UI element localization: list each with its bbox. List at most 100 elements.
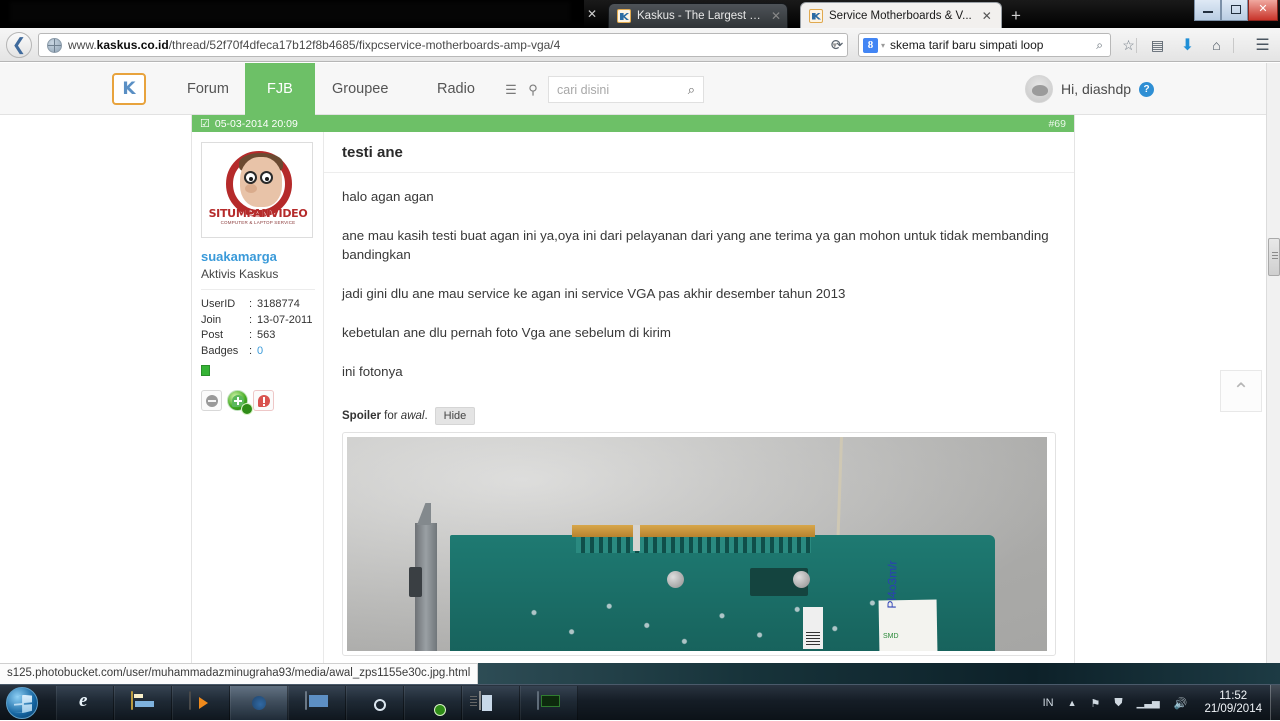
- status-bar-background: [459, 663, 1280, 684]
- browser-tab-2[interactable]: Service Motherboards & V... ✕: [800, 2, 1002, 28]
- browser-search-input[interactable]: skema tarif baru simpati loop: [890, 38, 1096, 52]
- back-button[interactable]: ❮: [6, 32, 32, 58]
- post-author-rank: Aktivis Kaskus: [201, 267, 279, 281]
- stat-userid-key: UserID: [201, 298, 236, 310]
- start-button[interactable]: [6, 687, 38, 719]
- stat-badges-key: Badges: [201, 344, 239, 357]
- page-scrollbar[interactable]: [1266, 63, 1280, 663]
- window-controls: ✕: [1194, 0, 1280, 21]
- post-number[interactable]: #69: [1048, 118, 1066, 130]
- address-bar[interactable]: www.kaskus.co.id/thread/52f70f4dfeca17b1…: [38, 33, 848, 57]
- search-engine-caret-icon[interactable]: ▾: [881, 41, 885, 50]
- post-paragraph-1: halo agan agan: [342, 189, 434, 204]
- taskbar-item-firefox[interactable]: [230, 686, 288, 720]
- stat-post-key: Post: [201, 329, 224, 341]
- taskbar-item-windows-explorer[interactable]: [114, 686, 172, 720]
- taskbar-item-green-app[interactable]: [404, 686, 462, 720]
- home-icon[interactable]: ⌂: [1206, 35, 1227, 56]
- window-maximize-button[interactable]: [1221, 0, 1248, 21]
- post-paragraph-3: jadi gini dlu ane mau service ke agan in…: [342, 286, 846, 301]
- media-player-icon: [189, 691, 191, 710]
- post-author-username[interactable]: suakamarga: [201, 249, 315, 264]
- obscured-tab-close-button[interactable]: ✕: [584, 6, 600, 22]
- tray-volume-icon[interactable]: 🔊: [1174, 697, 1188, 710]
- browser-tab-strip: ✕ Kaskus - The Largest Indon... ✕ Servic…: [0, 0, 1280, 28]
- site-search-magnifier-icon[interactable]: ⌕: [688, 82, 695, 98]
- downloads-icon[interactable]: ⬇: [1177, 35, 1198, 56]
- photo-barcode-label: [803, 607, 823, 649]
- taskbar-item-display-settings[interactable]: [288, 686, 346, 720]
- bookmark-star-icon[interactable]: ☆: [1118, 35, 1139, 56]
- post-content-column: testi ane halo agan agan ane mau kasih t…: [324, 132, 1074, 663]
- status-bar-link-url: s125.photobucket.com/user/muhammadazminu…: [0, 663, 479, 684]
- stat-sep: :: [249, 344, 253, 357]
- black-smear: [10, 2, 570, 22]
- browser-tab-1[interactable]: Kaskus - The Largest Indon... ✕: [608, 3, 788, 28]
- site-search-placeholder: cari disini: [557, 82, 610, 97]
- photo-connector-notch: [633, 525, 640, 551]
- neutral-reputation-button[interactable]: [201, 390, 222, 411]
- browser-search-bar[interactable]: 8 ▾ skema tarif baru simpati loop ⌕: [858, 33, 1111, 57]
- photo-gold-connector: [572, 525, 815, 537]
- show-desktop-button[interactable]: [1270, 685, 1280, 721]
- address-bar-url: www.kaskus.co.id/thread/52f70f4dfeca17b1…: [68, 38, 561, 52]
- spoiler-for-word: for: [380, 410, 401, 422]
- reload-button[interactable]: ⟳: [828, 37, 846, 55]
- search-magnifier-icon[interactable]: ⌕: [1096, 38, 1106, 53]
- nav-item-fjb[interactable]: FJB: [245, 63, 315, 121]
- search-engine-icon[interactable]: 8: [863, 37, 878, 53]
- nav-item-forum[interactable]: Forum: [165, 63, 251, 115]
- taskbar-item-media-player[interactable]: [172, 686, 230, 720]
- report-post-button[interactable]: [253, 390, 274, 411]
- tray-clock[interactable]: 11:52 21/09/2014: [1204, 690, 1262, 716]
- taskbar-item-internet-explorer[interactable]: [56, 686, 114, 720]
- taskbar-item-steam[interactable]: [346, 686, 404, 720]
- category-list-icon[interactable]: ☰: [500, 82, 522, 98]
- nav-item-radio[interactable]: Radio: [415, 63, 497, 115]
- post-paragraph-4: kebetulan ane dlu pernah foto Vga ane se…: [342, 325, 671, 340]
- browser-status-bar: s125.photobucket.com/user/muhammadazminu…: [0, 663, 1280, 684]
- user-avatar-icon[interactable]: [1025, 75, 1053, 103]
- reading-list-icon[interactable]: ▤: [1147, 35, 1168, 56]
- vga-card-photo[interactable]: Pl4o3m/r SMD: [347, 437, 1047, 651]
- page-viewport: K Forum FJB Groupee Radio ☰ ⚲ cari disin…: [0, 63, 1266, 663]
- document-icon: [479, 691, 481, 710]
- post-checkbox-icon[interactable]: ☑: [200, 117, 210, 130]
- tray-language-indicator[interactable]: IN: [1043, 697, 1054, 709]
- tray-clock-date: 21/09/2014: [1204, 703, 1262, 715]
- browser-tab-2-close-button[interactable]: ✕: [978, 9, 992, 23]
- avatar-subline: COMPUTER & LAPTOP SERVICE: [220, 220, 296, 225]
- post-title: testi ane: [342, 144, 403, 161]
- kaskus-logo-icon[interactable]: K: [112, 73, 146, 105]
- photo-sticky-note-text: Pl4o3m/r: [884, 560, 900, 609]
- new-tab-button[interactable]: +: [1006, 7, 1026, 25]
- taskbar-item-system-monitor[interactable]: [520, 686, 578, 720]
- user-greeting-area[interactable]: Hi, diashdp ?: [1025, 74, 1155, 104]
- menu-hamburger-icon[interactable]: ☰: [1252, 35, 1273, 56]
- tray-action-center-icon[interactable]: ⛊: [1114, 697, 1122, 710]
- stat-join-value: 13-07-2011: [257, 313, 313, 326]
- windows-logo-icon: [14, 694, 32, 714]
- site-search-input[interactable]: cari disini ⌕: [548, 76, 704, 103]
- help-icon[interactable]: ?: [1139, 81, 1155, 97]
- tray-flag-icon[interactable]: ⚑: [1091, 697, 1101, 710]
- window-minimize-button[interactable]: [1194, 0, 1221, 21]
- stat-userid: UserID : 3188774: [201, 297, 315, 313]
- location-pin-icon[interactable]: ⚲: [522, 82, 544, 98]
- spoiler-hide-button[interactable]: Hide: [434, 407, 476, 425]
- tray-network-icon[interactable]: ▁▃▅: [1137, 698, 1160, 709]
- tray-show-hidden-icons-button[interactable]: ▲: [1068, 698, 1077, 708]
- page-scrollbar-thumb[interactable]: [1268, 238, 1280, 276]
- scrollbar-grip-icon: [1272, 252, 1278, 253]
- photo-sticky-note: Pl4o3m/r: [878, 560, 938, 651]
- scroll-to-top-button[interactable]: ⌃: [1220, 370, 1262, 412]
- browser-tab-1-close-button[interactable]: ✕: [767, 9, 781, 23]
- give-reputation-button[interactable]: [227, 390, 253, 415]
- user-avatar-image[interactable]: SITUMPANVIDEO COMPUTER & LAPTOP SERVICE: [201, 142, 313, 238]
- photo-connector-teeth: [576, 537, 811, 553]
- site-identity-globe-icon: [47, 37, 62, 53]
- taskbar-item-document-viewer[interactable]: [462, 686, 520, 720]
- photo-card-port: [409, 567, 422, 597]
- window-close-button[interactable]: ✕: [1248, 0, 1278, 21]
- nav-item-groupee[interactable]: Groupee: [310, 63, 410, 115]
